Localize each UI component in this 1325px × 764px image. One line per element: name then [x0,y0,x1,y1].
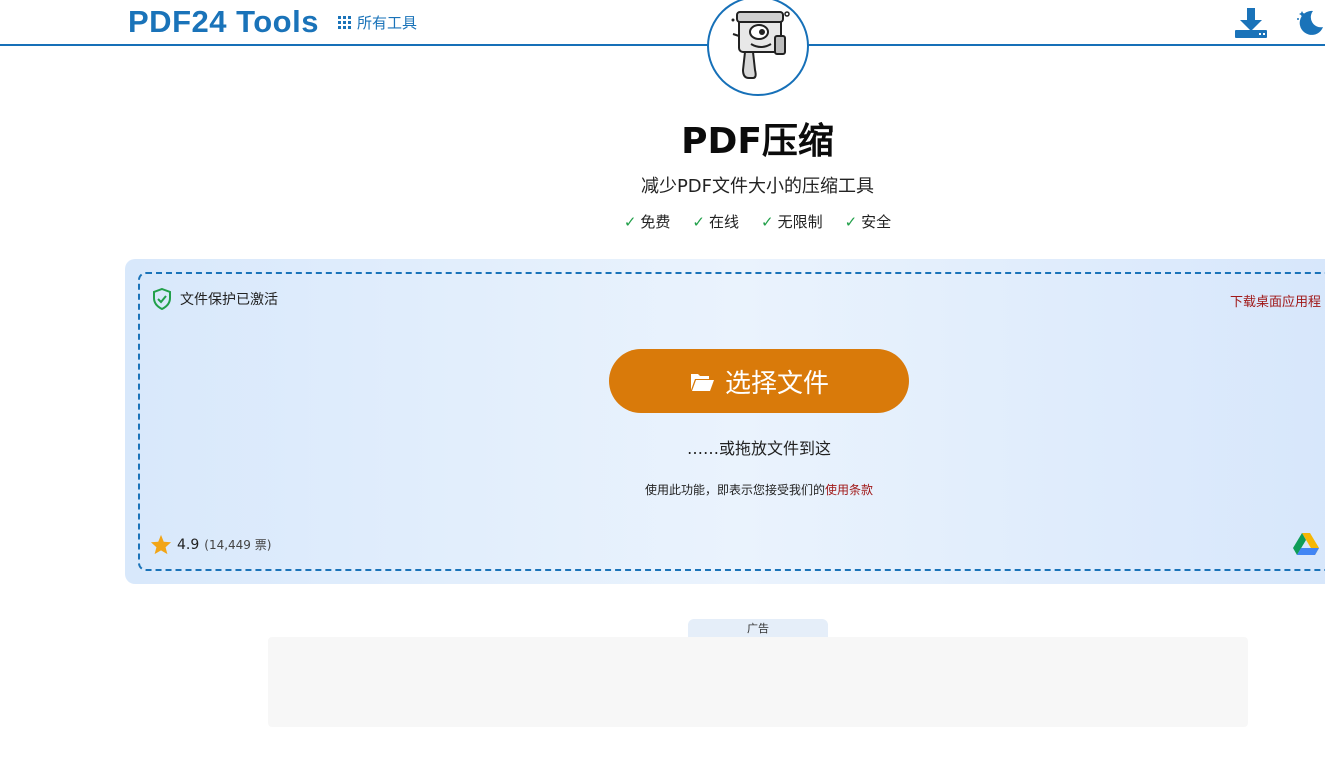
site-logo[interactable]: PDF24 Tools [128,4,319,40]
feature-list: ✓ 免费 ✓ 在线 ✓ 无限制 ✓ 安全 [0,211,1325,232]
terms-prefix: 使用此功能，即表示您接受我们的 [644,483,825,497]
protection-label: 文件保护已激活 [180,292,278,308]
feature-label: 无限制 [777,213,823,231]
grid-icon [338,16,351,29]
feature-label: 在线 [708,213,739,231]
all-tools-label: 所有工具 [357,14,418,32]
feature-label: 免费 [640,213,671,231]
desktop-app-link[interactable]: 下载桌面应用程 [1230,291,1321,310]
feature-item: ✓ 在线 [692,211,739,232]
check-icon: ✓ [761,213,774,231]
check-icon: ✓ [692,213,705,231]
check-icon: ✓ [623,213,637,231]
choose-file-label: 选择文件 [724,368,829,399]
rating-value: 4.9 [177,536,200,553]
page-subtitle: 减少PDF文件大小的压缩工具 [640,176,875,197]
download-icon[interactable] [1233,6,1269,40]
feature-item: ✓ 安全 [845,211,892,232]
choose-file-button[interactable]: 选择文件 [609,349,909,413]
check-icon: ✓ [844,213,858,231]
drop-hint: ……或拖放文件到这 [686,439,831,458]
feature-item: ✓ 无限制 [761,211,823,232]
shield-check-icon [153,288,171,310]
terms-notice: 使用此功能，即表示您接受我们的使用条款 [140,481,1325,498]
star-icon [150,534,172,555]
upload-panel: 文件保护已激活 下载桌面应用程 选择文件 ……或拖放文件到这 使用此功能，即表示… [125,259,1325,584]
ad-placeholder [268,637,1248,727]
moon-icon[interactable] [1293,7,1325,37]
google-drive-icon[interactable] [1293,532,1319,556]
page-title: PDF压缩 [681,121,834,162]
file-dropzone[interactable]: 文件保护已激活 下载桌面应用程 选择文件 ……或拖放文件到这 使用此功能，即表示… [138,272,1325,571]
file-protection-status: 文件保护已激活 [152,288,278,310]
top-header: PDF24 Tools 所有工具 [0,0,1325,46]
ad-label: 广告 [688,619,828,638]
feature-label: 安全 [861,213,892,231]
all-tools-menu[interactable]: 所有工具 [338,12,417,33]
folder-open-icon [690,374,714,391]
mascot-illustration-icon [731,11,790,79]
mascot-logo [707,0,809,96]
terms-link[interactable]: 使用条款 [825,483,873,497]
rating: 4.9 (14,449 票) [150,534,271,555]
feature-item: ✓ 免费 [624,211,671,232]
rating-votes: (14,449 票) [204,538,272,552]
